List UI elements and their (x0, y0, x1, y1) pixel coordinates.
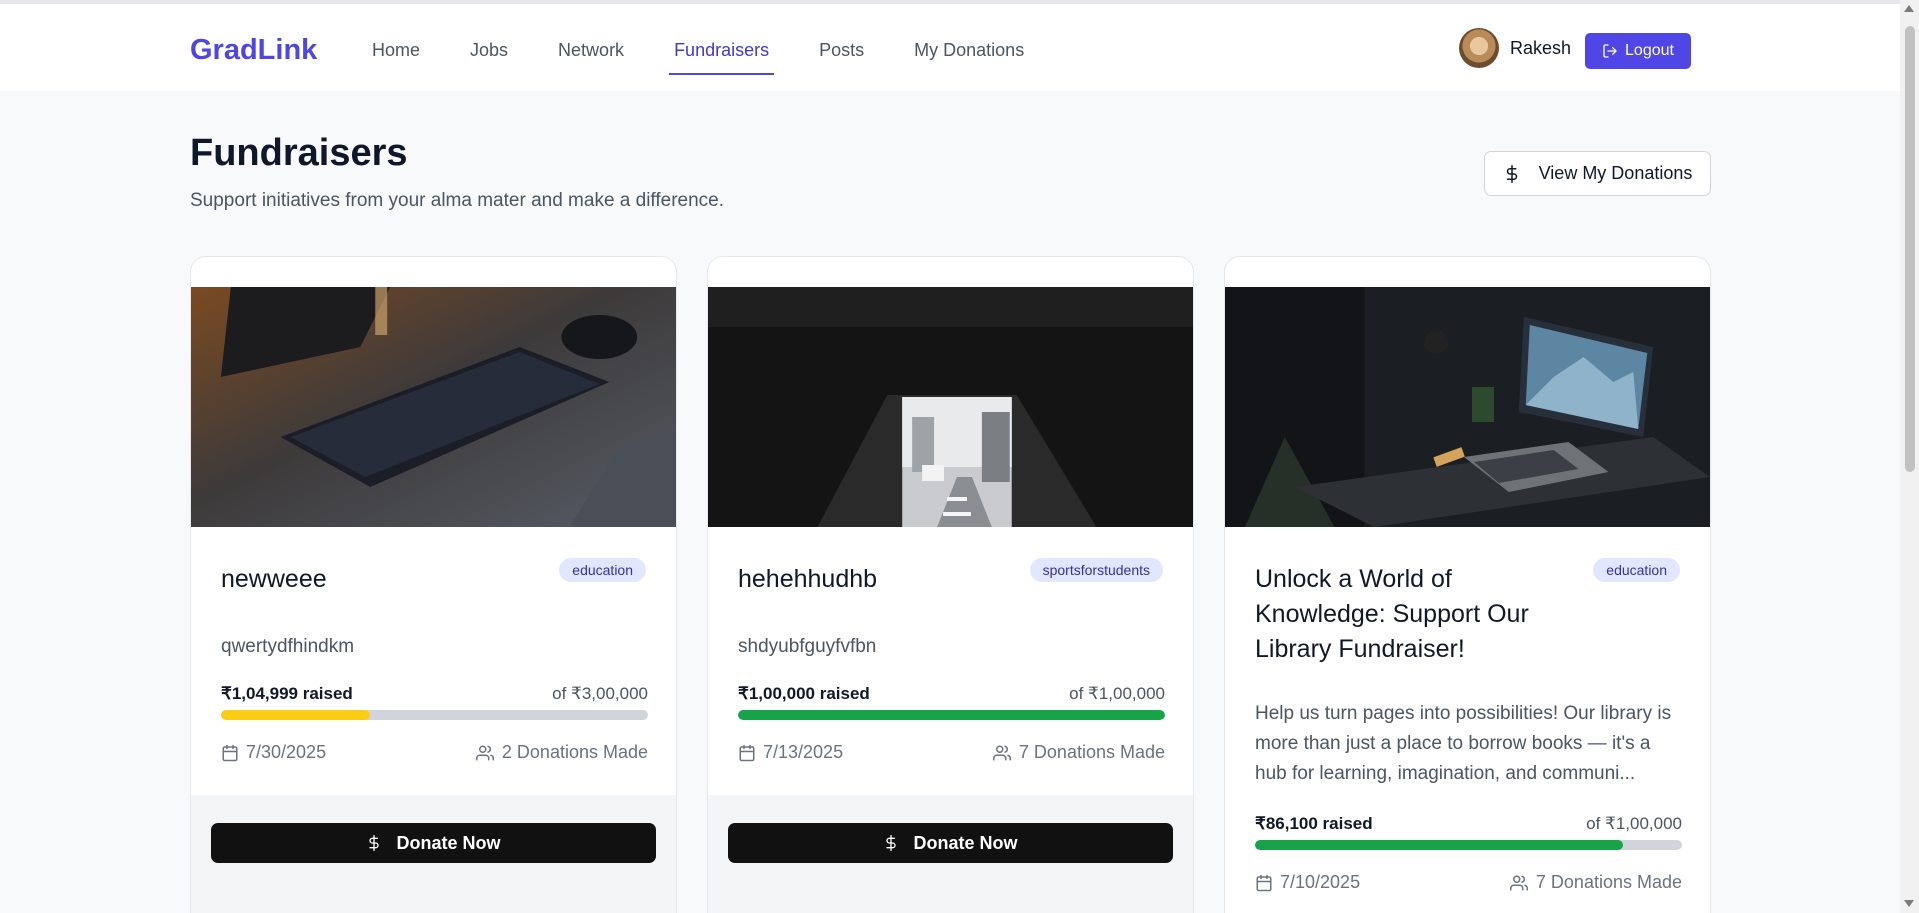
logout-label: Logout (1625, 42, 1674, 59)
donations-count: 2 Donations Made (501, 742, 648, 762)
progress-fill (738, 710, 1165, 720)
meta-row: 7/30/2025 2 Donations Made (221, 742, 648, 763)
nav-my-donations[interactable]: My Donations (914, 40, 1024, 75)
fundraiser-image-tunnel (708, 287, 1193, 527)
fundraiser-description: shdyubfguyfvfbn (738, 636, 877, 657)
meta-row: 7/10/2025 7 Donations Made (1255, 872, 1682, 893)
progress-bar (1255, 840, 1682, 850)
view-my-donations-button[interactable]: View My Donations (1484, 151, 1711, 196)
goal-amount: of ₹1,00,000 (1069, 684, 1165, 703)
dollar-icon (1506, 164, 1517, 183)
scroll-thumb[interactable] (1905, 26, 1915, 472)
fundraiser-description: qwertydfhindkm (221, 636, 355, 657)
fundraiser-image-keyboard (191, 287, 676, 527)
raised-amount: ₹1,04,999 raised (221, 684, 353, 703)
donations-meta: 2 Donations Made (475, 742, 648, 763)
fundraiser-title: newweee (221, 565, 327, 593)
category-tag: education (1593, 558, 1680, 582)
user-name: Rakesh (1510, 37, 1572, 58)
scrollbar[interactable] (1900, 0, 1919, 913)
card-footer: Donate Now (191, 795, 676, 913)
progress-fill (221, 710, 371, 720)
fundraiser-date: 7/13/2025 (763, 742, 844, 762)
progress-bar (738, 710, 1165, 720)
fundraiser-card: Unlock a World of Knowledge: Support Our… (1224, 256, 1711, 913)
raised-row: ₹1,00,000 raised of ₹1,00,000 (738, 684, 1165, 704)
nav-jobs[interactable]: Jobs (470, 40, 508, 75)
fundraiser-date: 7/10/2025 (1280, 872, 1361, 892)
fundraiser-card: newweee education qwertydfhindkm ₹1,04,9… (190, 256, 677, 913)
page-subtitle: Support initiatives from your alma mater… (190, 190, 725, 211)
navbar: GradLink Home Jobs Network Fundraisers P… (0, 4, 1900, 91)
fundraiser-card: hehehhudhb sportsforstudents shdyubfguyf… (707, 256, 1194, 913)
nav-home[interactable]: Home (372, 40, 420, 75)
donations-count: 7 Donations Made (1018, 742, 1165, 762)
progress-fill (1255, 840, 1623, 850)
donate-now-label: Donate Now (913, 832, 1018, 853)
nav-network[interactable]: Network (558, 40, 624, 75)
logo[interactable]: GradLink (190, 34, 317, 67)
calendar-icon (222, 744, 238, 761)
page-title: Fundraisers (190, 132, 408, 174)
date-meta: 7/13/2025 (738, 742, 843, 763)
avatar[interactable] (1459, 28, 1499, 68)
date-meta: 7/10/2025 (1255, 872, 1360, 893)
main-nav: Home Jobs Network Fundraisers Posts My D… (372, 40, 1074, 75)
fundraiser-date: 7/30/2025 (246, 742, 327, 762)
nav-posts[interactable]: Posts (819, 40, 864, 75)
raised-amount: ₹86,100 raised (1255, 814, 1373, 833)
logout-button[interactable]: Logout (1585, 33, 1691, 69)
fundraiser-description: Help us turn pages into possibilities! O… (1255, 703, 1672, 784)
donate-now-label: Donate Now (396, 832, 501, 853)
dollar-icon (886, 835, 897, 851)
calendar-icon (1256, 874, 1272, 891)
fundraiser-title: Unlock a World of Knowledge: Support Our… (1255, 565, 1529, 663)
category-tag: sportsforstudents (1029, 558, 1163, 582)
card-footer: Donate Now (708, 795, 1193, 913)
fundraiser-title: hehehhudhb (738, 565, 878, 593)
raised-row: ₹1,04,999 raised of ₹3,00,000 (221, 684, 648, 704)
user-profile[interactable]: Rakesh (1459, 28, 1571, 68)
scroll-up-arrow-icon[interactable] (1904, 5, 1914, 12)
scroll-down-arrow-icon[interactable] (1904, 900, 1914, 907)
users-icon (475, 745, 494, 760)
users-icon (992, 745, 1011, 760)
category-tag: education (559, 558, 646, 582)
logout-icon (1603, 44, 1617, 58)
calendar-icon (739, 744, 755, 761)
donate-now-button[interactable]: Donate Now (211, 823, 656, 863)
goal-amount: of ₹1,00,000 (1586, 814, 1682, 833)
progress-bar (221, 710, 648, 720)
fundraiser-image-desk (1225, 287, 1710, 527)
dollar-icon (369, 835, 380, 851)
goal-amount: of ₹3,00,000 (552, 684, 648, 703)
raised-amount: ₹1,00,000 raised (738, 684, 870, 703)
donate-now-button[interactable]: Donate Now (728, 823, 1173, 863)
view-my-donations-label: View My Donations (1538, 163, 1693, 183)
users-icon (1509, 875, 1528, 890)
donations-count: 7 Donations Made (1535, 872, 1682, 892)
nav-fundraisers[interactable]: Fundraisers (669, 40, 775, 75)
meta-row: 7/13/2025 7 Donations Made (738, 742, 1165, 763)
donations-meta: 7 Donations Made (1509, 872, 1682, 893)
raised-row: ₹86,100 raised of ₹1,00,000 (1255, 814, 1682, 834)
date-meta: 7/30/2025 (221, 742, 326, 763)
donations-meta: 7 Donations Made (992, 742, 1165, 763)
